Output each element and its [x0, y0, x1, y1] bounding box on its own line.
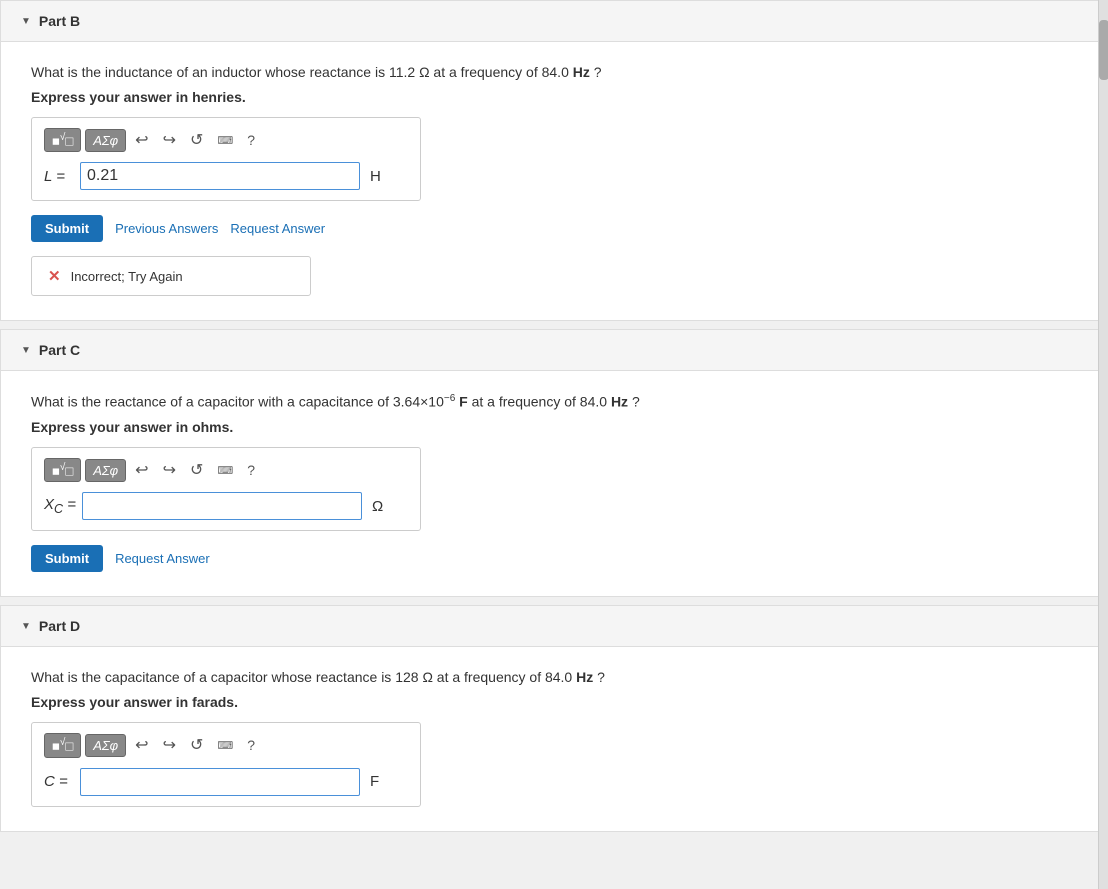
part-b-symbol-btn[interactable]: ΑΣφ — [85, 129, 126, 152]
part-b-x-icon: ✕ — [48, 267, 61, 285]
part-c-redo-btn[interactable]: ↪ — [158, 458, 181, 482]
part-b-content: What is the inductance of an inductor wh… — [1, 42, 1107, 320]
part-b-refresh-btn[interactable]: ↺ — [185, 128, 208, 152]
part-c-actions: Submit Request Answer — [31, 545, 1077, 572]
part-d-header: ▼ Part D — [1, 606, 1107, 647]
part-b-input[interactable] — [80, 162, 360, 190]
part-b-previous-btn[interactable]: Previous Answers — [115, 221, 218, 236]
part-b-header: ▼ Part B — [1, 1, 1107, 42]
page-container: ▼ Part B What is the inductance of an in… — [0, 0, 1108, 889]
part-b-unit: H — [370, 168, 381, 185]
part-c-collapse-arrow[interactable]: ▼ — [21, 345, 31, 356]
part-d-question: What is the capacitance of a capacitor w… — [31, 667, 1077, 688]
part-c-input-row: XC = Ω — [44, 492, 408, 520]
part-d-refresh-btn[interactable]: ↺ — [185, 733, 208, 757]
scrollbar[interactable] — [1098, 0, 1108, 889]
part-d-collapse-arrow[interactable]: ▼ — [21, 621, 31, 632]
part-d-redo-btn[interactable]: ↪ — [158, 733, 181, 757]
part-b-symbol-label: ΑΣφ — [93, 133, 118, 148]
part-b-question: What is the inductance of an inductor wh… — [31, 62, 1077, 83]
part-b-incorrect-box: ✕ Incorrect; Try Again — [31, 256, 311, 296]
part-c-request-btn[interactable]: Request Answer — [115, 551, 210, 566]
part-c-sqrt-btn[interactable]: ■√□ — [44, 458, 81, 482]
part-c-submit-btn[interactable]: Submit — [31, 545, 103, 572]
part-b-title: Part B — [39, 13, 80, 29]
part-b-sqrt-btn[interactable]: ■√□ — [44, 128, 81, 152]
scrollbar-thumb[interactable] — [1099, 20, 1108, 80]
part-c-input[interactable] — [82, 492, 362, 520]
part-c-var-label: XC = — [44, 496, 76, 516]
part-b-input-row: L = H — [44, 162, 408, 190]
part-c-refresh-btn[interactable]: ↺ — [185, 458, 208, 482]
part-d-title: Part D — [39, 618, 80, 634]
part-b-redo-btn[interactable]: ↪ — [158, 128, 181, 152]
part-b-section: ▼ Part B What is the inductance of an in… — [0, 0, 1108, 321]
part-c-section: ▼ Part C What is the reactance of a capa… — [0, 329, 1108, 597]
part-b-help-btn[interactable]: ? — [242, 130, 260, 150]
part-d-input[interactable] — [80, 768, 360, 796]
part-d-input-row: C = F — [44, 768, 408, 796]
part-c-unit: Ω — [372, 498, 383, 515]
part-d-section: ▼ Part D What is the capacitance of a ca… — [0, 605, 1108, 831]
part-d-help-btn[interactable]: ? — [242, 735, 260, 755]
part-b-var-label: L = — [44, 168, 74, 185]
part-c-express: Express your answer in ohms. — [31, 419, 1077, 435]
part-d-sqrt-icon: ■√□ — [52, 737, 73, 753]
part-b-submit-btn[interactable]: Submit — [31, 215, 103, 242]
part-c-sqrt-icon: ■√□ — [52, 462, 73, 478]
part-b-actions: Submit Previous Answers Request Answer — [31, 215, 1077, 242]
part-c-answer-box: ■√□ ΑΣφ ↩ ↪ ↺ ⌨ ? XC = Ω — [31, 447, 421, 531]
part-b-request-btn[interactable]: Request Answer — [230, 221, 325, 236]
part-c-toolbar: ■√□ ΑΣφ ↩ ↪ ↺ ⌨ ? — [44, 458, 408, 482]
part-b-keyboard-btn[interactable]: ⌨ — [212, 132, 238, 149]
part-d-answer-box: ■√□ ΑΣφ ↩ ↪ ↺ ⌨ ? C = F — [31, 722, 421, 806]
part-b-incorrect-text: Incorrect; Try Again — [71, 269, 183, 284]
part-d-express: Express your answer in farads. — [31, 694, 1077, 710]
part-d-keyboard-btn[interactable]: ⌨ — [212, 737, 238, 754]
part-b-undo-btn[interactable]: ↩ — [130, 128, 153, 152]
part-b-collapse-arrow[interactable]: ▼ — [21, 16, 31, 27]
part-d-toolbar: ■√□ ΑΣφ ↩ ↪ ↺ ⌨ ? — [44, 733, 408, 757]
part-c-symbol-btn[interactable]: ΑΣφ — [85, 459, 126, 482]
part-c-help-btn[interactable]: ? — [242, 460, 260, 480]
part-d-symbol-label: ΑΣφ — [93, 738, 118, 753]
part-c-title: Part C — [39, 342, 80, 358]
part-c-keyboard-btn[interactable]: ⌨ — [212, 462, 238, 479]
part-b-answer-box: ■√□ ΑΣφ ↩ ↪ ↺ ⌨ ? L = H — [31, 117, 421, 201]
part-d-undo-btn[interactable]: ↩ — [130, 733, 153, 757]
part-b-express: Express your answer in henries. — [31, 89, 1077, 105]
part-c-content: What is the reactance of a capacitor wit… — [1, 371, 1107, 596]
part-c-question: What is the reactance of a capacitor wit… — [31, 391, 1077, 413]
part-c-undo-btn[interactable]: ↩ — [130, 458, 153, 482]
part-c-symbol-label: ΑΣφ — [93, 463, 118, 478]
part-d-unit: F — [370, 773, 379, 790]
part-d-sqrt-btn[interactable]: ■√□ — [44, 733, 81, 757]
part-b-sqrt-icon: ■√□ — [52, 132, 73, 148]
part-d-var-label: C = — [44, 773, 74, 790]
part-d-content: What is the capacitance of a capacitor w… — [1, 647, 1107, 830]
part-c-header: ▼ Part C — [1, 330, 1107, 371]
part-d-symbol-btn[interactable]: ΑΣφ — [85, 734, 126, 757]
part-b-toolbar: ■√□ ΑΣφ ↩ ↪ ↺ ⌨ ? — [44, 128, 408, 152]
